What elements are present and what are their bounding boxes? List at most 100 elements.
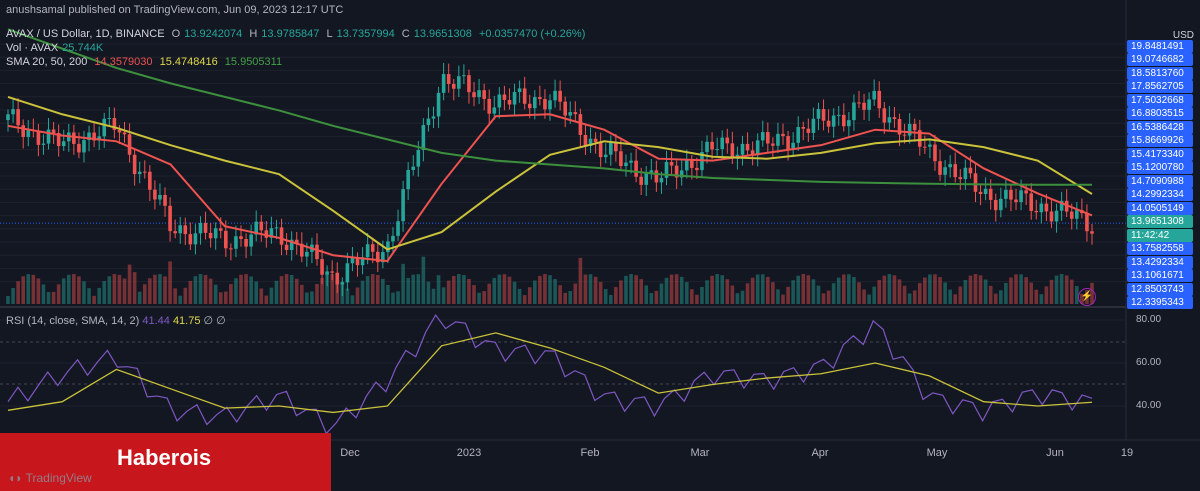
candle-body: [644, 173, 649, 185]
candle-body: [213, 228, 218, 239]
volume-bar: [482, 291, 486, 304]
change-value: +0.0357470 (+0.26%): [478, 28, 586, 40]
candle-body: [61, 141, 66, 147]
volume-bar: [923, 277, 927, 304]
volume-bar: [1039, 294, 1044, 304]
volume-bar: [644, 285, 649, 304]
volume-bar: [796, 275, 801, 304]
volume-bar: [1009, 277, 1013, 304]
candle-body: [593, 138, 598, 143]
candle-body: [284, 244, 289, 250]
volume-bar: [355, 287, 360, 304]
candle-body: [999, 198, 1003, 211]
candle-body: [1075, 210, 1079, 219]
candle-body: [766, 132, 770, 144]
candle-body: [193, 233, 198, 245]
volume-bar: [1014, 274, 1018, 304]
price-tag: 13.7582558: [1127, 242, 1193, 255]
time-tick: Apr: [811, 447, 829, 459]
volume-bar: [168, 261, 172, 304]
volume-bar: [619, 280, 623, 304]
volume-bar: [472, 285, 476, 304]
candle-body: [558, 90, 562, 102]
candle-body: [841, 114, 846, 127]
candle-body: [259, 221, 264, 231]
volume-bar: [538, 275, 542, 304]
candle-body: [482, 90, 486, 99]
sma-legend[interactable]: SMA 20, 50, 200 14.3579030 15.4748416 15…: [6, 56, 286, 68]
volume-bar: [948, 289, 952, 304]
candle-body: [279, 227, 284, 245]
volume-bar: [1004, 282, 1008, 304]
candle-body: [548, 100, 552, 110]
candle-body: [993, 199, 998, 211]
candle-body: [77, 143, 81, 153]
candle-body: [538, 97, 542, 99]
volume-bar: [6, 296, 10, 304]
rsi-legend[interactable]: RSI (14, close, SMA, 14, 2) 41.44 41.75 …: [6, 314, 226, 327]
candle-body: [451, 83, 456, 89]
candle-body: [836, 114, 841, 116]
volume-bar: [11, 288, 15, 304]
volume-bar: [593, 276, 598, 304]
candle-body: [811, 118, 816, 133]
candle-body: [578, 114, 583, 135]
candle-body: [603, 154, 608, 158]
volume-bar: [61, 278, 66, 304]
candle-body: [781, 133, 785, 137]
candle-body: [517, 88, 522, 92]
symbol-name[interactable]: AVAX / US Dollar, 1D, BINANCE: [6, 28, 165, 40]
volume-bar: [912, 290, 917, 304]
candle-body: [624, 162, 628, 166]
price-tag: 15.1200780: [1127, 161, 1193, 174]
candle-body: [142, 171, 147, 173]
volume-bar: [289, 274, 294, 304]
volume-bar: [284, 274, 289, 304]
candle-body: [907, 123, 912, 136]
candle-body: [771, 143, 775, 146]
lightning-icon[interactable]: ⚡: [1078, 288, 1096, 306]
candle-body: [1069, 211, 1074, 219]
candle-body: [629, 160, 633, 163]
volume-bar: [416, 274, 421, 304]
volume-bar: [1064, 275, 1069, 304]
candle-body: [457, 76, 461, 89]
time-tick: 2023: [456, 447, 482, 459]
volume-bar: [841, 274, 846, 304]
volume-bar: [381, 278, 385, 304]
candle-body: [163, 194, 167, 206]
volume-bar: [213, 284, 218, 304]
volume-bar: [142, 284, 147, 304]
volume-bar: [735, 293, 740, 304]
close-value: 13.9651308: [413, 28, 472, 40]
candle-body: [1044, 203, 1049, 212]
volume-bar: [411, 274, 416, 304]
candle-body: [527, 103, 532, 109]
volume-bar: [224, 291, 228, 304]
volume-bar: [97, 287, 101, 304]
volume-bar: [31, 274, 36, 304]
volume-value: 25.744K: [62, 42, 104, 54]
volume-bar: [867, 294, 871, 304]
candle-body: [249, 234, 253, 247]
volume-bar: [725, 279, 730, 304]
candle-body: [923, 146, 927, 148]
volume-bar: [92, 295, 96, 304]
volume-bar: [441, 287, 446, 304]
volume-legend[interactable]: Vol · AVAX 25.744K: [6, 42, 107, 54]
volume-bar: [902, 285, 907, 304]
price-tag: 15.4173340: [1127, 147, 1193, 161]
volume-bar: [375, 275, 380, 304]
candle-body: [82, 140, 86, 153]
volume-bar: [710, 275, 714, 304]
volume-bar: [234, 278, 238, 304]
volume-bar: [872, 286, 876, 304]
candle-body: [462, 75, 466, 77]
candle-body: [421, 125, 426, 151]
candle-body: [137, 171, 142, 175]
volume-bar: [507, 276, 512, 304]
volume-bar: [568, 290, 573, 304]
volume-bar: [26, 274, 31, 304]
volume-bar: [983, 279, 988, 304]
volume-bar: [877, 280, 882, 304]
